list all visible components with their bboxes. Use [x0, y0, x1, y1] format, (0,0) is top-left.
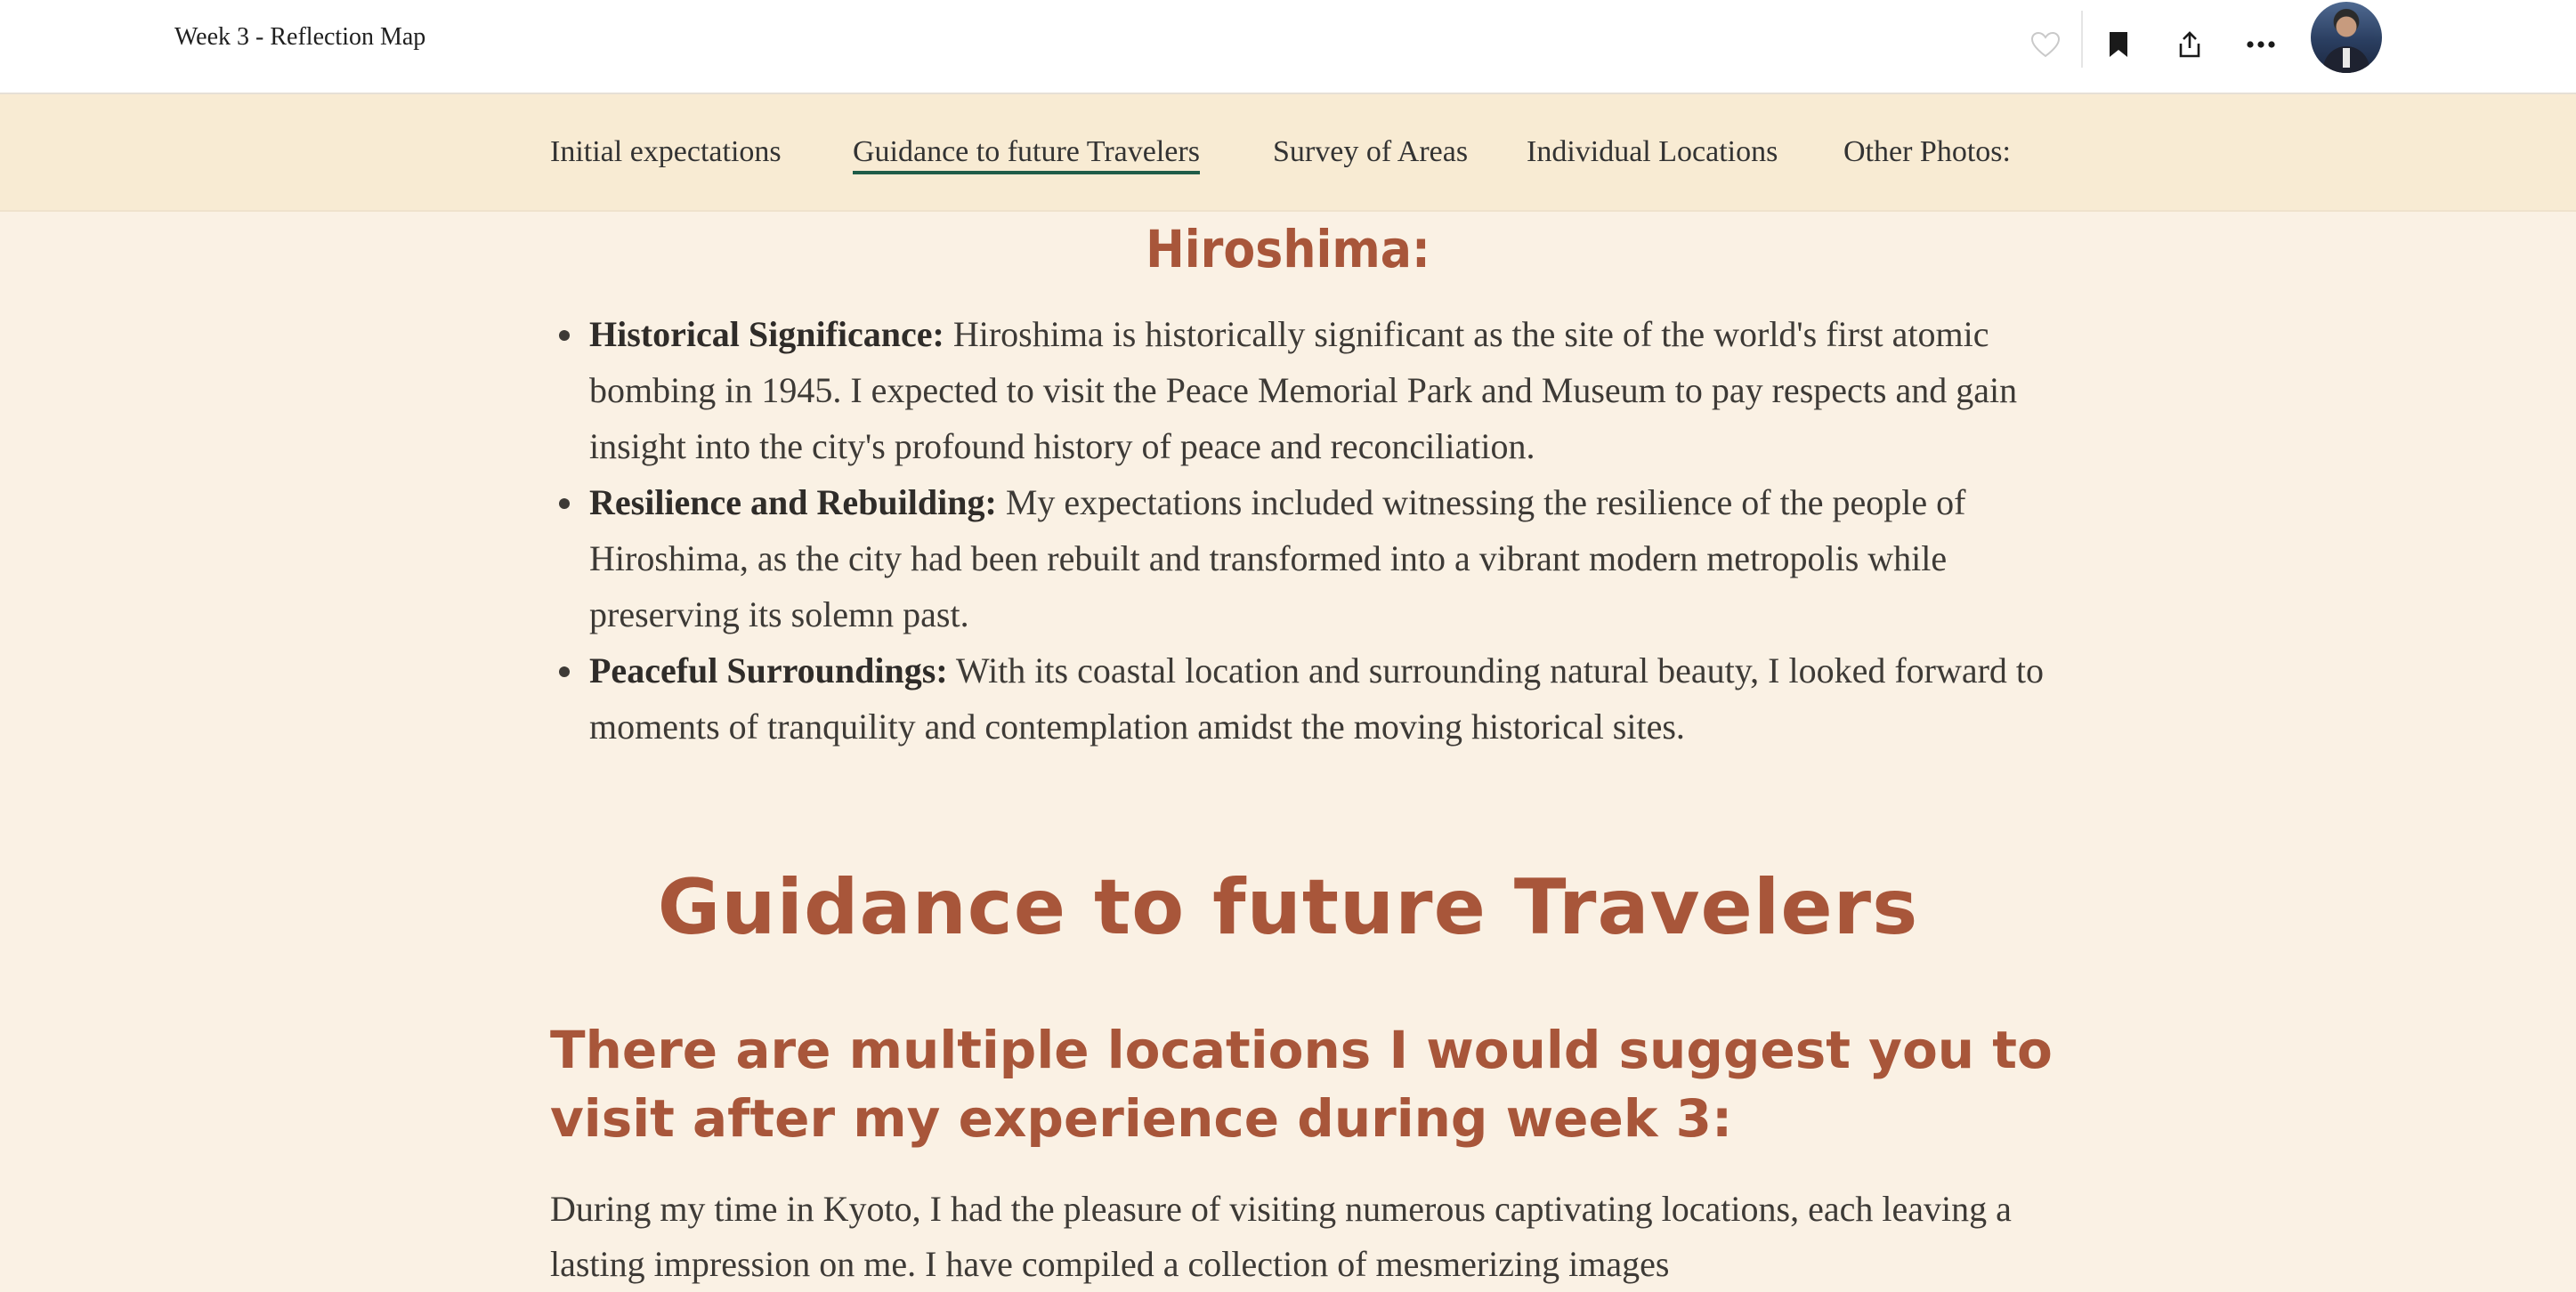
nav-survey-of-areas[interactable]: Survey of Areas [1273, 135, 1468, 169]
bullet-term: Historical Significance: [589, 314, 944, 354]
guidance-subheading: There are multiple locations I would sug… [550, 1020, 2053, 1149]
hiroshima-heading: Hiroshima: [1146, 219, 1430, 279]
avatar[interactable] [2311, 2, 2382, 73]
list-item: Historical Significance: Hiroshima is hi… [550, 306, 2045, 474]
more-icon[interactable] [2234, 18, 2288, 71]
guidance-heading: Guidance to future Travelers [657, 863, 1919, 952]
nav-individual-locations[interactable]: Individual Locations [1527, 135, 1778, 169]
section-nav: Initial expectations Guidance to future … [0, 94, 2576, 212]
hiroshima-bullet-list: Historical Significance: Hiroshima is hi… [550, 306, 2045, 755]
top-bar: Week 3 - Reflection Map [0, 0, 2576, 94]
bullet-term: Peaceful Surroundings: [589, 650, 948, 690]
bookmark-icon[interactable] [2092, 18, 2145, 71]
nav-guidance-to-future-travelers[interactable]: Guidance to future Travelers [853, 135, 1200, 174]
nav-initial-expectations[interactable]: Initial expectations [550, 135, 782, 169]
main-content: Hiroshima: Historical Significance: Hiro… [0, 212, 2576, 1284]
list-item: Resilience and Rebuilding: My expectatio… [550, 474, 2045, 642]
share-icon[interactable] [2163, 18, 2216, 71]
document-title: Week 3 - Reflection Map [174, 23, 426, 51]
bullet-term: Resilience and Rebuilding: [589, 482, 997, 522]
divider [2081, 11, 2083, 68]
heart-icon[interactable] [2019, 18, 2072, 71]
nav-other-photos[interactable]: Other Photos: [1843, 135, 2011, 169]
list-item: Peaceful Surroundings: With its coastal … [550, 642, 2045, 755]
guidance-paragraph: During my time in Kyoto, I had the pleas… [550, 1189, 2012, 1284]
